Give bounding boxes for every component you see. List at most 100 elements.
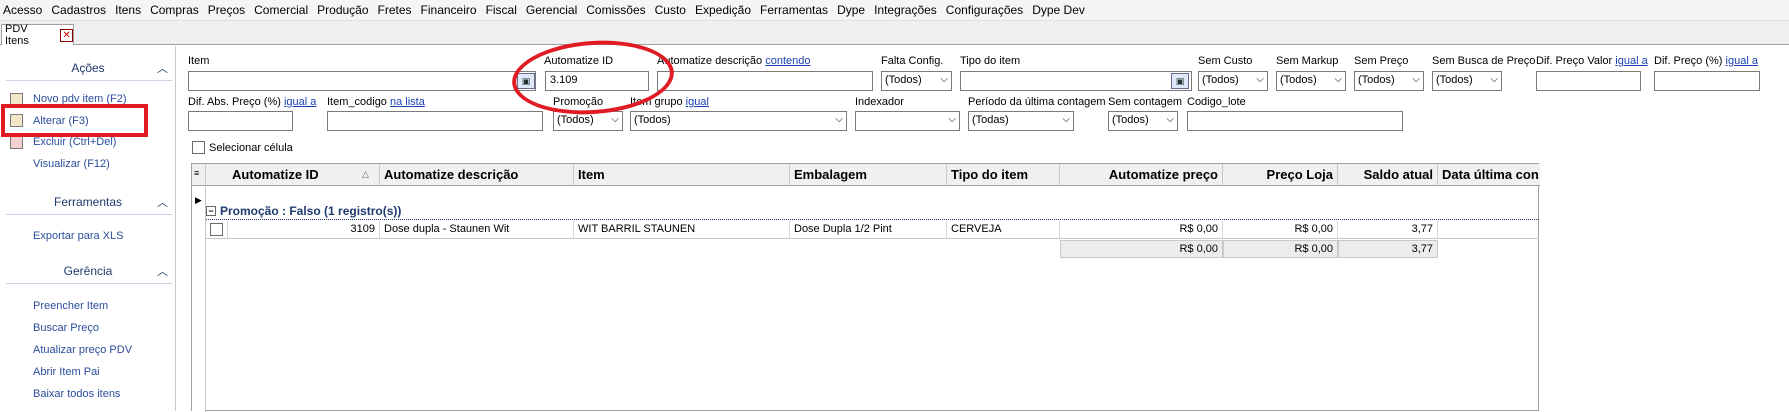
cell-data-ultima[interactable]: [1438, 221, 1539, 239]
item-codigo-field[interactable]: [327, 111, 543, 131]
sem-markup-select[interactable]: (Todos) ⌵: [1276, 71, 1346, 91]
column-automatize-id[interactable]: Automatize ID: [228, 164, 380, 186]
menu-custo[interactable]: Custo: [652, 3, 692, 17]
menu-acesso[interactable]: Acesso: [0, 3, 48, 17]
chevron-up-icon[interactable]: ︿: [157, 194, 168, 210]
chevron-up-icon[interactable]: ︿: [157, 263, 168, 279]
cell-preco-loja[interactable]: R$ 0,00: [1223, 221, 1338, 239]
indexador-select[interactable]: ⌵: [855, 111, 960, 131]
column-data-ultima[interactable]: Data última con: [1438, 164, 1540, 186]
search-binoculars-icon[interactable]: ▣: [1171, 73, 1189, 89]
sidebar-item-preencher-item[interactable]: Preencher Item: [33, 300, 108, 312]
dif-preco-valor-field[interactable]: [1536, 71, 1641, 91]
chevron-down-icon: ⌵: [1166, 114, 1174, 125]
column-tipo-item[interactable]: Tipo do item: [947, 164, 1060, 186]
cell-automatize-id[interactable]: 3109: [228, 221, 380, 239]
falta-config-select[interactable]: (Todos) ⌵: [881, 71, 952, 91]
dif-preco-pct-field[interactable]: [1654, 71, 1760, 91]
sidebar-item-excluir[interactable]: Excluir (Ctrl+Del): [33, 136, 116, 148]
section-ferramentas-header[interactable]: Ferramentas ︿: [0, 190, 176, 214]
dif-abs-link[interactable]: igual a: [284, 96, 316, 108]
sidebar-item-exportar-xls[interactable]: Exportar para XLS: [33, 230, 124, 242]
menu-comercial[interactable]: Comercial: [251, 3, 314, 17]
menu-financeiro[interactable]: Financeiro: [418, 3, 483, 17]
item-codigo-label: Item_codigo na lista: [327, 96, 425, 108]
dif-abs-field[interactable]: [188, 111, 293, 131]
menu-expedicao[interactable]: Expedição: [692, 3, 757, 17]
column-chooser-icon[interactable]: ≡: [192, 164, 206, 186]
item-codigo-link[interactable]: na lista: [390, 96, 425, 108]
divider: [6, 283, 172, 284]
menu-cadastros[interactable]: Cadastros: [48, 3, 112, 17]
close-icon[interactable]: ✕: [60, 28, 73, 42]
sem-contagem-select[interactable]: (Todos) ⌵: [1108, 111, 1178, 131]
desc-label-text: Automatize descrição: [657, 55, 763, 67]
dif-preco-valor-link[interactable]: igual a: [1615, 55, 1647, 67]
chevron-up-icon[interactable]: ︿: [157, 60, 168, 76]
automatize-desc-field[interactable]: [657, 71, 873, 91]
column-automatize-preco[interactable]: Automatize preço: [1060, 164, 1223, 186]
item-grupo-value: (Todos): [634, 114, 671, 126]
tab-pdv-itens[interactable]: PDV Itens ✕: [1, 23, 74, 47]
item-codigo-text: Item_codigo: [327, 96, 387, 108]
menu-dype-dev[interactable]: Dype Dev: [1029, 3, 1091, 17]
cell-automatize-preco[interactable]: R$ 0,00: [1060, 221, 1223, 239]
collapse-group-icon[interactable]: −: [206, 205, 216, 216]
promocao-value: (Todos): [557, 114, 594, 126]
selecionar-celula-row[interactable]: Selecionar célula: [192, 141, 293, 154]
menu-itens[interactable]: Itens: [112, 3, 147, 17]
cell-saldo-atual[interactable]: 3,77: [1338, 221, 1438, 239]
divider: [6, 80, 172, 81]
menu-configuracoes[interactable]: Configurações: [943, 3, 1029, 17]
cell-item[interactable]: WIT BARRIL STAUNEN: [574, 221, 790, 239]
cell-embalagem[interactable]: Dose Dupla 1/2 Pint: [790, 221, 947, 239]
menu-fretes[interactable]: Fretes: [375, 3, 418, 17]
sidebar-item-baixar-todos[interactable]: Baixar todos itens: [33, 388, 120, 400]
item-grupo-select[interactable]: (Todos) ⌵: [630, 111, 847, 131]
desc-contendo-link[interactable]: contendo: [765, 55, 810, 67]
column-item[interactable]: Item: [574, 164, 790, 186]
periodo-value: (Todas): [972, 114, 1009, 126]
menu-comissoes[interactable]: Comissões: [583, 3, 651, 17]
tipo-item-field[interactable]: [960, 71, 1192, 91]
sem-preco-select[interactable]: (Todos) ⌵: [1354, 71, 1424, 91]
sem-custo-select[interactable]: (Todos) ⌵: [1198, 71, 1268, 91]
sidebar-item-atualizar-preco[interactable]: Atualizar preço PDV: [33, 344, 132, 356]
sidebar-item-abrir-item-pai[interactable]: Abrir Item Pai: [33, 366, 100, 378]
sem-custo-label: Sem Custo: [1198, 55, 1253, 67]
sidebar-item-visualizar[interactable]: Visualizar (F12): [33, 158, 110, 170]
selecionar-celula-checkbox[interactable]: [192, 141, 205, 154]
column-preco-loja[interactable]: Preço Loja: [1223, 164, 1338, 186]
table-row[interactable]: 3109 Dose dupla - Staunen Wit WIT BARRIL…: [206, 221, 1539, 239]
periodo-label: Período da última contagem: [968, 96, 1106, 108]
cell-automatize-desc[interactable]: Dose dupla - Staunen Wit: [380, 221, 574, 239]
menu-dype[interactable]: Dype: [834, 3, 871, 17]
row-checkbox[interactable]: [210, 223, 223, 236]
cell-tipo-item[interactable]: CERVEJA: [947, 221, 1060, 239]
column-embalagem[interactable]: Embalagem: [790, 164, 947, 186]
column-saldo-atual[interactable]: Saldo atual: [1338, 164, 1438, 186]
column-automatize-desc[interactable]: Automatize descrição: [380, 164, 574, 186]
section-gerencia-header[interactable]: Gerência ︿: [0, 259, 176, 283]
menu-precos[interactable]: Preços: [205, 3, 251, 17]
divider: [6, 214, 172, 215]
menu-producao[interactable]: Produção: [314, 3, 374, 17]
menu-integracoes[interactable]: Integrações: [871, 3, 943, 17]
menu-compras[interactable]: Compras: [147, 3, 205, 17]
menu-gerencial[interactable]: Gerencial: [523, 3, 583, 17]
summary-row: R$ 0,00 R$ 0,00 3,77: [206, 240, 1539, 258]
item-field[interactable]: [188, 71, 536, 91]
group-row[interactable]: − Promoção : Falso (1 registro(s)): [206, 202, 1539, 220]
codigo-lote-field[interactable]: [1187, 111, 1403, 131]
periodo-select[interactable]: (Todas) ⌵: [968, 111, 1074, 131]
dif-preco-pct-link[interactable]: igual a: [1726, 55, 1758, 67]
row-select-cell[interactable]: [206, 221, 228, 239]
chevron-down-icon: ⌵: [611, 114, 619, 125]
menu-fiscal[interactable]: Fiscal: [483, 3, 523, 17]
sidebar-item-buscar-preco[interactable]: Buscar Preço: [33, 322, 99, 334]
codigo-lote-label: Codigo_lote: [1187, 96, 1246, 108]
item-grupo-link[interactable]: igual: [686, 96, 709, 108]
menu-ferramentas[interactable]: Ferramentas: [757, 3, 834, 17]
sem-busca-select[interactable]: (Todos) ⌵: [1432, 71, 1502, 91]
section-acoes-header[interactable]: Ações ︿: [0, 56, 176, 80]
